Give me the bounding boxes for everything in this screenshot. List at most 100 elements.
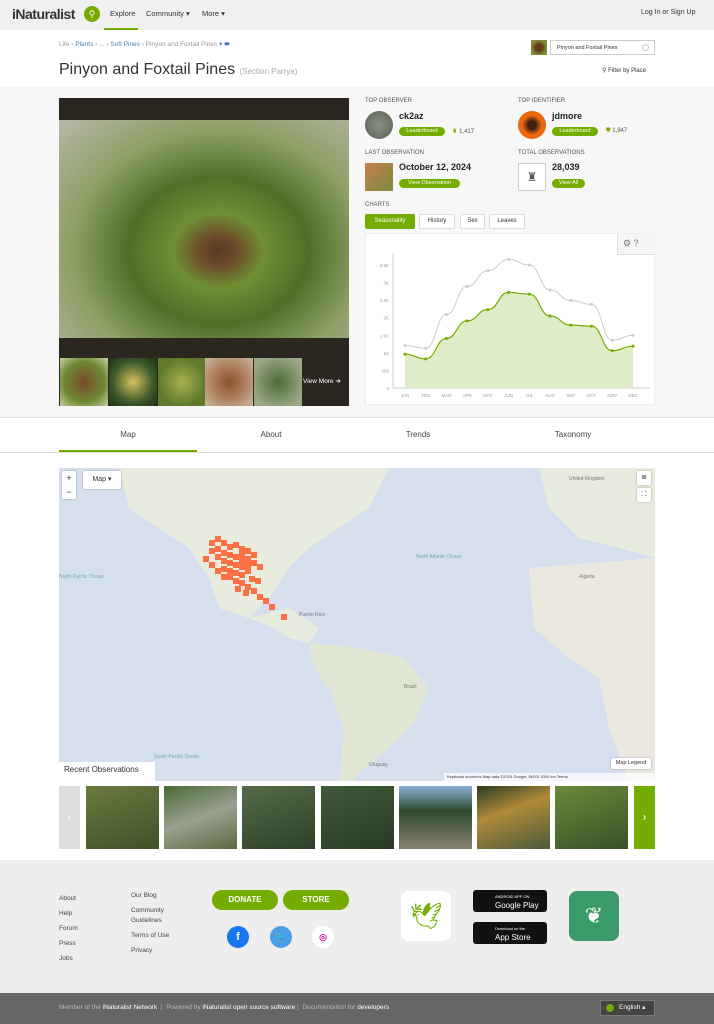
observation-cell[interactable] bbox=[239, 546, 245, 552]
observation-cell[interactable] bbox=[209, 548, 215, 554]
observation-cell[interactable] bbox=[215, 568, 221, 574]
observation-cell[interactable] bbox=[245, 584, 251, 590]
filter-by-place[interactable]: ⚲ Filter by Place bbox=[602, 67, 646, 74]
view-all-button[interactable]: View All bbox=[552, 179, 585, 188]
view-more-link[interactable]: View More ➔ bbox=[303, 377, 341, 385]
observation-cell[interactable] bbox=[233, 570, 239, 576]
clear-icon[interactable] bbox=[642, 44, 649, 51]
observation-cell[interactable] bbox=[251, 588, 257, 594]
observation-cell[interactable] bbox=[215, 536, 221, 542]
observation-cell[interactable] bbox=[209, 562, 215, 568]
store-button[interactable]: STORE bbox=[283, 890, 349, 910]
footer-blog[interactable]: Our Blog bbox=[131, 891, 181, 901]
observation-cell[interactable] bbox=[239, 572, 245, 578]
observation-photo[interactable] bbox=[555, 786, 628, 849]
footer-guidelines[interactable]: Community Guidelines bbox=[131, 906, 181, 926]
observation-cell[interactable] bbox=[281, 614, 287, 620]
donate-button[interactable]: DONATE bbox=[212, 890, 278, 910]
observation-map[interactable]: North Atlantic Ocean North Pacific Ocean… bbox=[59, 468, 655, 781]
observation-cell[interactable] bbox=[245, 568, 251, 574]
main-photo[interactable] bbox=[59, 120, 349, 338]
observation-cell[interactable] bbox=[221, 540, 227, 546]
layers-icon[interactable]: ≣ bbox=[637, 471, 651, 485]
observation-cell[interactable] bbox=[251, 552, 257, 558]
nav-community[interactable]: Community ▾ bbox=[146, 9, 190, 18]
observation-cell[interactable] bbox=[221, 566, 227, 572]
taxon-search-input[interactable]: Pinyon and Foxtail Pines bbox=[550, 40, 655, 55]
view-observation-button[interactable]: View Observation bbox=[399, 179, 460, 188]
identifier-avatar[interactable] bbox=[518, 111, 546, 139]
google-play-badge[interactable]: ANDROID APP ON Google Play bbox=[473, 890, 547, 912]
thumbnail[interactable] bbox=[254, 358, 302, 406]
carousel-next-button[interactable]: › bbox=[634, 786, 655, 849]
observation-cell[interactable] bbox=[233, 578, 239, 584]
dropdown-icon[interactable]: ▾ ⬬ bbox=[219, 41, 230, 48]
observation-cell[interactable] bbox=[215, 546, 221, 552]
observation-cell[interactable] bbox=[209, 540, 215, 546]
observation-cell[interactable] bbox=[245, 556, 251, 562]
crumb-ellipsis[interactable]: ... bbox=[99, 41, 104, 48]
observation-cell[interactable] bbox=[227, 568, 233, 574]
observation-cell[interactable] bbox=[239, 558, 245, 564]
map-type-select[interactable]: Map ▾ bbox=[83, 471, 121, 489]
crumb-plants[interactable]: Plants bbox=[75, 41, 93, 48]
footer-help[interactable]: Help bbox=[59, 906, 78, 921]
thumbnail[interactable] bbox=[158, 358, 206, 406]
seek-app-icon[interactable]: ❦ bbox=[569, 891, 619, 941]
observation-cell[interactable] bbox=[263, 598, 269, 604]
observation-photo[interactable] bbox=[86, 786, 159, 849]
observation-cell[interactable] bbox=[227, 552, 233, 558]
identifier-leaderboard-button[interactable]: Leaderboard bbox=[552, 127, 598, 136]
inaturalist-logo[interactable]: iNaturalist bbox=[12, 6, 75, 22]
identifier-name[interactable]: jdmore bbox=[552, 111, 582, 121]
observation-photo[interactable] bbox=[242, 786, 315, 849]
observation-photo[interactable] bbox=[164, 786, 237, 849]
observation-photo[interactable] bbox=[321, 786, 394, 849]
observation-cell[interactable] bbox=[221, 558, 227, 564]
chart-tab-sex[interactable]: Sex bbox=[460, 214, 485, 229]
footer-forum[interactable]: Forum bbox=[59, 921, 78, 936]
twitter-icon[interactable]: 🐦 bbox=[270, 926, 292, 948]
tab-about[interactable]: About bbox=[202, 430, 340, 439]
chart-tab-leaves[interactable]: Leaves bbox=[489, 214, 525, 229]
observation-cell[interactable] bbox=[249, 576, 255, 582]
footer-terms[interactable]: Terms of Use bbox=[131, 931, 181, 941]
login-link[interactable]: Log In or Sign Up bbox=[641, 9, 695, 16]
chart-tab-history[interactable]: History bbox=[419, 214, 455, 229]
crumb-soft-pines[interactable]: Soft Pines bbox=[110, 41, 140, 48]
crumb-life[interactable]: Life bbox=[59, 41, 69, 48]
observation-cell[interactable] bbox=[227, 560, 233, 566]
observation-cell[interactable] bbox=[239, 580, 245, 586]
inaturalist-app-icon[interactable]: 🕊 bbox=[401, 891, 451, 941]
observation-cell[interactable] bbox=[245, 548, 251, 554]
observation-cell[interactable] bbox=[221, 550, 227, 556]
observation-cell[interactable] bbox=[233, 554, 239, 560]
developers-link[interactable]: developers bbox=[357, 1004, 389, 1011]
thumbnail[interactable] bbox=[60, 358, 108, 406]
observation-photo[interactable] bbox=[477, 786, 550, 849]
observation-cell[interactable] bbox=[239, 564, 245, 570]
instagram-icon[interactable]: ◎ bbox=[312, 926, 334, 948]
tab-taxonomy[interactable]: Taxonomy bbox=[504, 430, 642, 439]
language-selector[interactable]: English ▴ bbox=[600, 1000, 655, 1016]
observation-cell[interactable] bbox=[215, 554, 221, 560]
app-store-badge[interactable]: Download on the App Store bbox=[473, 922, 547, 944]
observation-cell[interactable] bbox=[203, 556, 209, 562]
observation-cell[interactable] bbox=[233, 562, 239, 568]
observation-cell[interactable] bbox=[243, 590, 249, 596]
footer-jobs[interactable]: Jobs bbox=[59, 951, 78, 966]
observation-cell[interactable] bbox=[245, 562, 251, 568]
observation-cell[interactable] bbox=[227, 544, 233, 550]
nav-more[interactable]: More ▾ bbox=[202, 9, 225, 18]
observation-cell[interactable] bbox=[227, 574, 233, 580]
footer-privacy[interactable]: Privacy bbox=[131, 946, 181, 956]
observation-cell[interactable] bbox=[257, 564, 263, 570]
last-observation-photo[interactable] bbox=[365, 163, 393, 191]
software-link[interactable]: iNaturalist open source software bbox=[202, 1004, 295, 1011]
tab-trends[interactable]: Trends bbox=[349, 430, 487, 439]
chart-tab-seasonality[interactable]: Seasonality bbox=[365, 214, 415, 229]
network-link[interactable]: iNaturalist Network bbox=[103, 1004, 158, 1011]
observation-cell[interactable] bbox=[221, 574, 227, 580]
map-legend-button[interactable]: Map Legend bbox=[611, 758, 651, 769]
tab-map[interactable]: Map bbox=[59, 430, 197, 439]
